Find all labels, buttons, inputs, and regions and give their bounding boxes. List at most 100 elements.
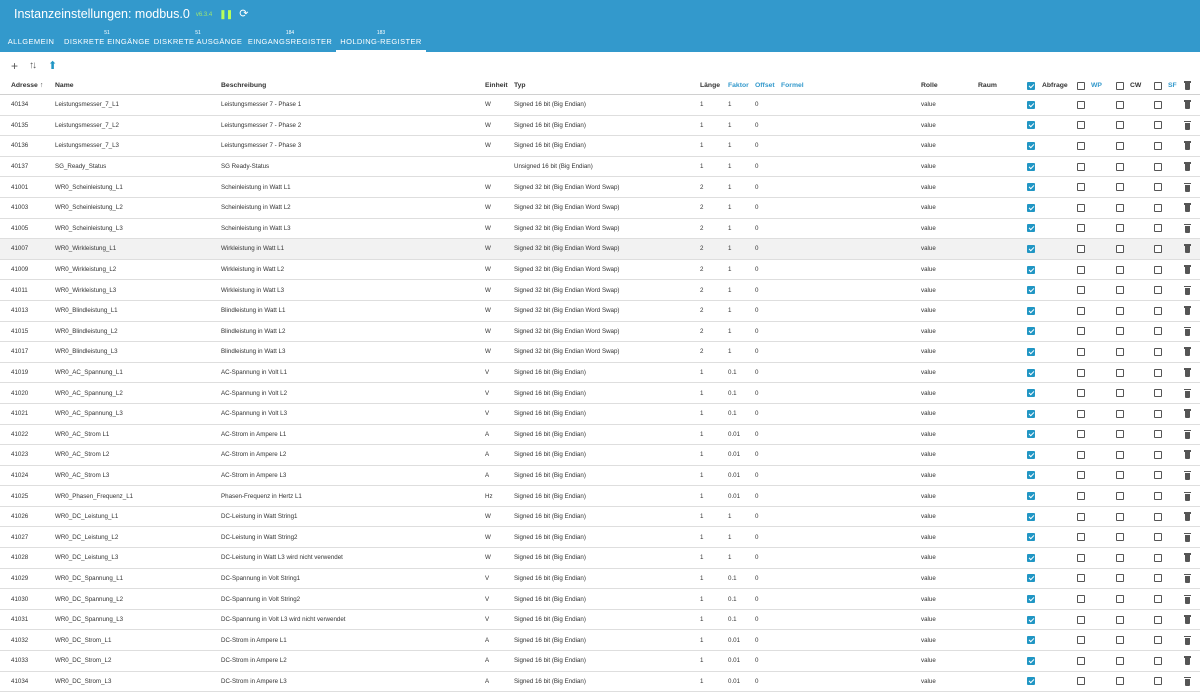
wp-checkbox[interactable] [1077,219,1085,239]
cell-typ[interactable]: Signed 16 bit (Big Endian) [514,651,586,671]
cell-offset[interactable]: 0 [755,445,758,465]
cell-name[interactable]: WR0_DC_Spannung_L1 [55,569,123,589]
cell-einheit[interactable]: A [485,672,489,692]
table-row[interactable]: 41022 WR0_AC_Strom L1 AC-Strom in Ampere L… [0,425,1200,446]
cell-adresse[interactable]: 40137 [11,157,28,177]
column-header-beschreibung[interactable]: Beschreibung [221,77,266,94]
cell-adresse[interactable]: 41021 [11,404,28,424]
cell-faktor[interactable]: 0.1 [728,569,737,589]
cw-checkbox[interactable] [1116,116,1124,136]
cw-checkbox[interactable] [1116,404,1124,424]
sf-checkbox[interactable] [1154,651,1162,671]
table-row[interactable]: 41027 WR0_DC_Leistung_L2 DC-Leistung in Wa… [0,527,1200,549]
cell-typ[interactable]: Signed 32 bit (Big Endian Word Swap) [514,322,619,342]
cell-faktor[interactable]: 0.01 [728,672,740,692]
column-header-name[interactable]: Name [55,77,74,94]
sf-checkbox[interactable] [1154,322,1162,342]
wp-checkbox[interactable] [1077,116,1085,136]
delete-row-button[interactable] [1184,363,1191,383]
column-header-wp[interactable]: WP [1091,77,1102,94]
cell-einheit[interactable]: W [485,177,491,197]
cell-typ[interactable]: Signed 16 bit (Big Endian) [514,527,586,547]
cell-rolle[interactable]: value [921,672,936,692]
table-row[interactable]: 41013 WR0_Blindleistung_L1 Blindleistung i… [0,301,1200,322]
column-header-laenge[interactable]: Länge [700,77,720,94]
cw-checkbox[interactable] [1116,527,1124,547]
cell-laenge[interactable]: 1 [700,466,703,486]
cell-beschreibung[interactable]: Leistungsmesser 7 - Phase 2 [221,116,301,136]
cw-checkbox[interactable] [1116,342,1124,362]
cell-adresse[interactable]: 41032 [11,630,28,650]
cw-checkbox[interactable] [1116,383,1124,403]
cell-typ[interactable]: Signed 32 bit (Big Endian Word Swap) [514,280,619,300]
table-row[interactable]: 41026 WR0_DC_Leistung_L1 DC-Leistung in Wa… [0,507,1200,528]
sort-icon[interactable]: ↑↓ [29,59,37,73]
cell-offset[interactable]: 0 [755,239,758,259]
delete-row-button[interactable] [1184,589,1191,609]
wp-checkbox[interactable] [1077,95,1085,115]
cell-offset[interactable]: 0 [755,322,758,342]
cell-beschreibung[interactable]: AC-Spannung in Volt L3 [221,404,287,424]
cw-checkbox[interactable] [1116,651,1124,671]
cw-checkbox[interactable] [1116,280,1124,300]
cell-offset[interactable]: 0 [755,507,758,527]
wp-checkbox[interactable] [1077,198,1085,218]
cell-beschreibung[interactable]: Phasen-Frequenz in Hertz L1 [221,486,302,506]
table-row[interactable]: 41029 WR0_DC_Spannung_L1 DC-Spannung in Vo… [0,569,1200,590]
cell-laenge[interactable]: 2 [700,219,703,239]
select-all-sf-checkbox[interactable] [1154,77,1162,94]
cw-checkbox[interactable] [1116,239,1124,259]
sf-checkbox[interactable] [1154,507,1162,527]
cell-laenge[interactable]: 2 [700,239,703,259]
cell-rolle[interactable]: value [921,219,936,239]
cell-faktor[interactable]: 0.1 [728,610,737,630]
cell-beschreibung[interactable]: Blindleistung in Watt L1 [221,301,285,321]
cell-laenge[interactable]: 2 [700,301,703,321]
cell-rolle[interactable]: value [921,383,936,403]
abfrage-checkbox[interactable] [1027,672,1035,692]
wp-checkbox[interactable] [1077,486,1085,506]
sf-checkbox[interactable] [1154,280,1162,300]
cell-beschreibung[interactable]: DC-Spannung in Volt L3 wird nicht verwen… [221,610,346,630]
cell-offset[interactable]: 0 [755,589,758,609]
cell-rolle[interactable]: value [921,301,936,321]
cell-faktor[interactable]: 1 [728,507,731,527]
cell-name[interactable]: WR0_DC_Leistung_L1 [55,507,118,527]
cell-einheit[interactable]: V [485,569,489,589]
cell-einheit[interactable]: W [485,198,491,218]
cw-checkbox[interactable] [1116,486,1124,506]
cell-beschreibung[interactable]: SG Ready-Status [221,157,269,177]
cell-laenge[interactable]: 2 [700,342,703,362]
cell-rolle[interactable]: value [921,198,936,218]
abfrage-checkbox[interactable] [1027,136,1035,156]
abfrage-checkbox[interactable] [1027,404,1035,424]
cw-checkbox[interactable] [1116,136,1124,156]
abfrage-checkbox[interactable] [1027,260,1035,280]
cell-einheit[interactable]: W [485,527,491,547]
wp-checkbox[interactable] [1077,280,1085,300]
cell-einheit[interactable]: W [485,219,491,239]
cw-checkbox[interactable] [1116,322,1124,342]
cell-beschreibung[interactable]: Blindleistung in Watt L2 [221,322,285,342]
cell-name[interactable]: WR0_DC_Leistung_L3 [55,548,118,568]
cell-faktor[interactable]: 0.01 [728,486,740,506]
cell-offset[interactable]: 0 [755,425,758,445]
abfrage-checkbox[interactable] [1027,95,1035,115]
cell-typ[interactable]: Signed 32 bit (Big Endian Word Swap) [514,198,619,218]
cell-rolle[interactable]: value [921,548,936,568]
wp-checkbox[interactable] [1077,527,1085,547]
cw-checkbox[interactable] [1116,569,1124,589]
cell-offset[interactable]: 0 [755,219,758,239]
delete-all-button[interactable] [1184,77,1191,94]
cell-faktor[interactable]: 1 [728,198,731,218]
abfrage-checkbox[interactable] [1027,569,1035,589]
abfrage-checkbox[interactable] [1027,198,1035,218]
table-row[interactable]: 41007 WR0_Wirkleistung_L1 Wirkleistung in … [0,239,1200,260]
plus-icon[interactable]: + [11,59,18,73]
cell-rolle[interactable]: value [921,177,936,197]
cell-name[interactable]: WR0_AC_Spannung_L2 [55,383,123,403]
cell-faktor[interactable]: 0.01 [728,651,740,671]
table-row[interactable]: 41030 WR0_DC_Spannung_L2 DC-Spannung in Vo… [0,589,1200,610]
cell-name[interactable]: Leistungsmesser_7_L2 [55,116,119,136]
sf-checkbox[interactable] [1154,589,1162,609]
